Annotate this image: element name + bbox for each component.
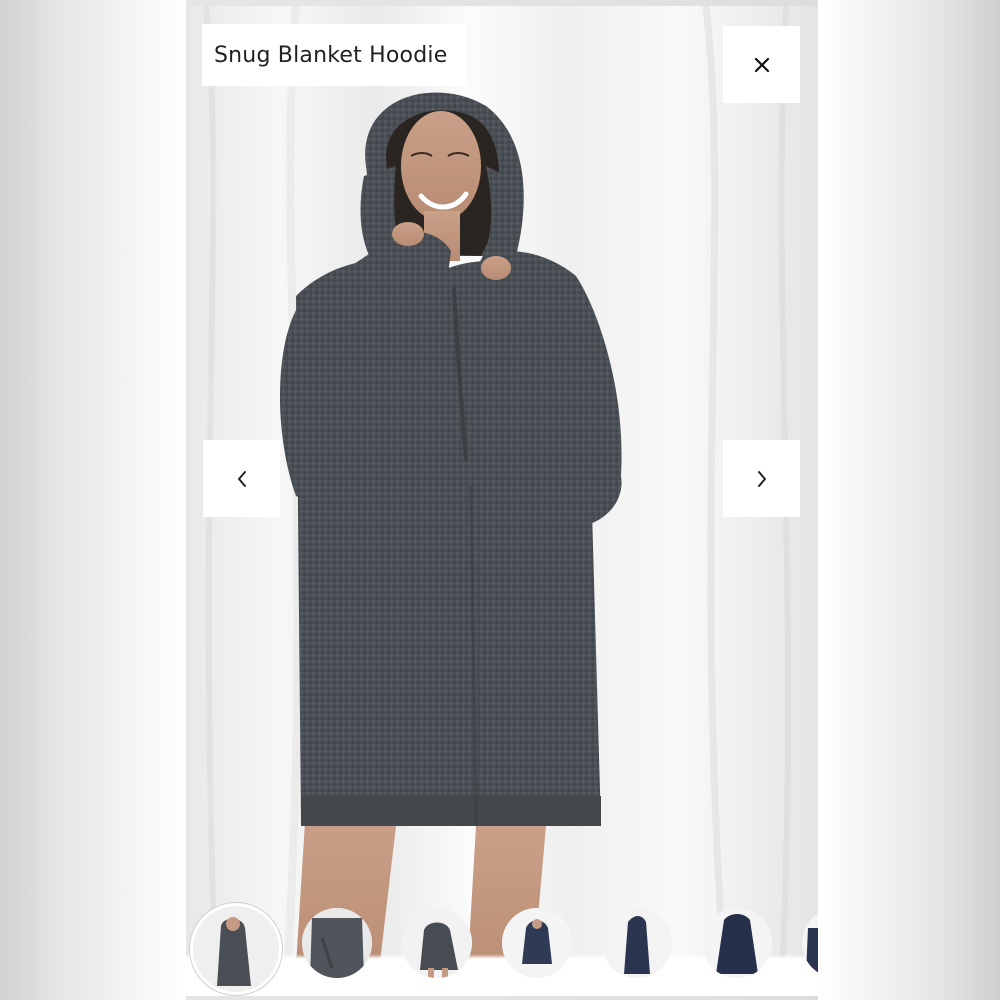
thumbnail-3[interactable] [402, 908, 472, 978]
close-icon [754, 57, 769, 72]
thumbnail-4[interactable] [502, 908, 572, 978]
thumbnail-1[interactable] [190, 903, 282, 995]
thumbnail-7[interactable] [802, 908, 818, 978]
page-background: Snug Blanket Hoodie [0, 0, 1000, 1000]
thumbnail-image [402, 908, 472, 978]
thumbnail-5[interactable] [602, 908, 672, 978]
backdrop-left [0, 0, 186, 1000]
thumbnail-image [702, 908, 772, 978]
thumbnail-image [302, 908, 372, 978]
thumbnail-image [602, 908, 672, 978]
thumbnail-2[interactable] [302, 908, 372, 978]
next-image-button[interactable] [723, 440, 800, 517]
thumbnail-image [802, 908, 818, 978]
image-viewer: Snug Blanket Hoodie [186, 6, 818, 996]
thumbnail-strip [186, 903, 818, 996]
thumbnail-image [502, 908, 572, 978]
chevron-right-icon [757, 470, 766, 487]
thumbnail-image [193, 906, 279, 992]
backdrop-right [818, 0, 1000, 1000]
chevron-left-icon [237, 470, 246, 487]
previous-image-button[interactable] [203, 440, 280, 517]
product-title: Snug Blanket Hoodie [214, 42, 448, 68]
product-title-box: Snug Blanket Hoodie [202, 24, 467, 86]
thumbnail-6[interactable] [702, 908, 772, 978]
close-button[interactable] [723, 26, 800, 103]
